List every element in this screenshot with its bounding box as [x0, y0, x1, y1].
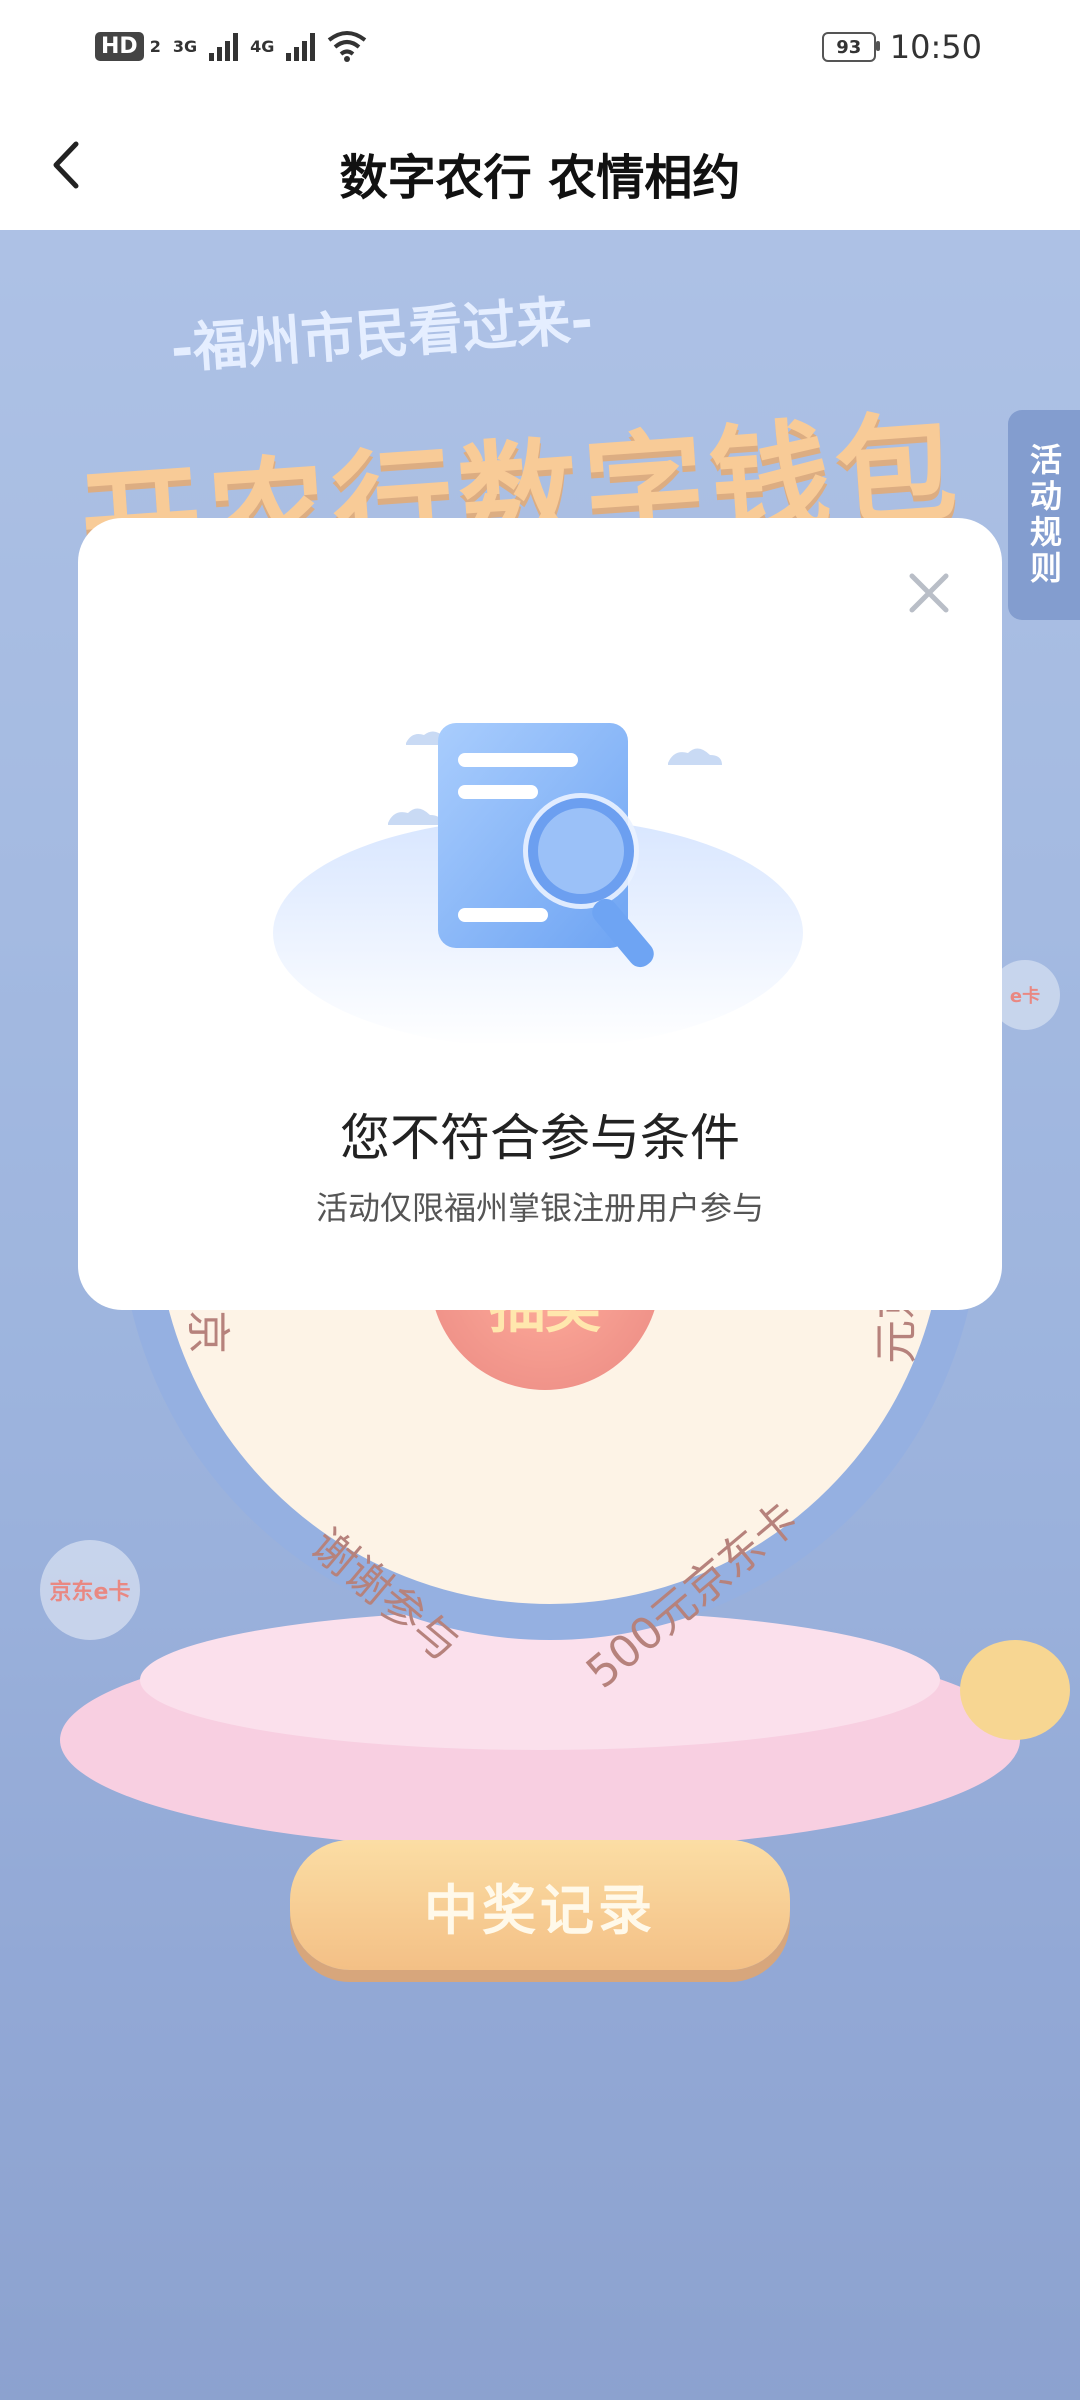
status-right: 93 10:50: [821, 28, 982, 66]
battery-level: 93: [836, 36, 862, 58]
ineligible-dialog: 您不符合参与条件 活动仅限福州掌银注册用户参与: [78, 518, 1002, 1310]
dialog-subtitle: 活动仅限福州掌银注册用户参与: [315, 1189, 764, 1227]
network-4g-label: 4G: [250, 36, 275, 56]
status-bar: HD 2 3G 4G 93 10:50: [0, 0, 1080, 100]
sim-indicator: 2: [149, 36, 161, 56]
nav-bar: 数字农行 农情相约: [0, 100, 1080, 230]
page-title: 数字农行 农情相约: [339, 150, 741, 206]
wifi-icon: [328, 31, 367, 62]
hd-indicator: HD: [95, 31, 144, 61]
battery-icon: 93: [821, 32, 880, 62]
close-icon[interactable]: [904, 568, 954, 618]
network-3g-label: 3G: [172, 36, 198, 56]
status-left: HD 2 3G 4G: [95, 30, 367, 62]
signal-icon: [209, 31, 239, 61]
signal-icon-2: [286, 31, 316, 61]
dialog-title: 您不符合参与条件: [340, 1109, 740, 1167]
document-search-icon: [273, 723, 803, 1043]
clock: 10:50: [889, 28, 982, 66]
